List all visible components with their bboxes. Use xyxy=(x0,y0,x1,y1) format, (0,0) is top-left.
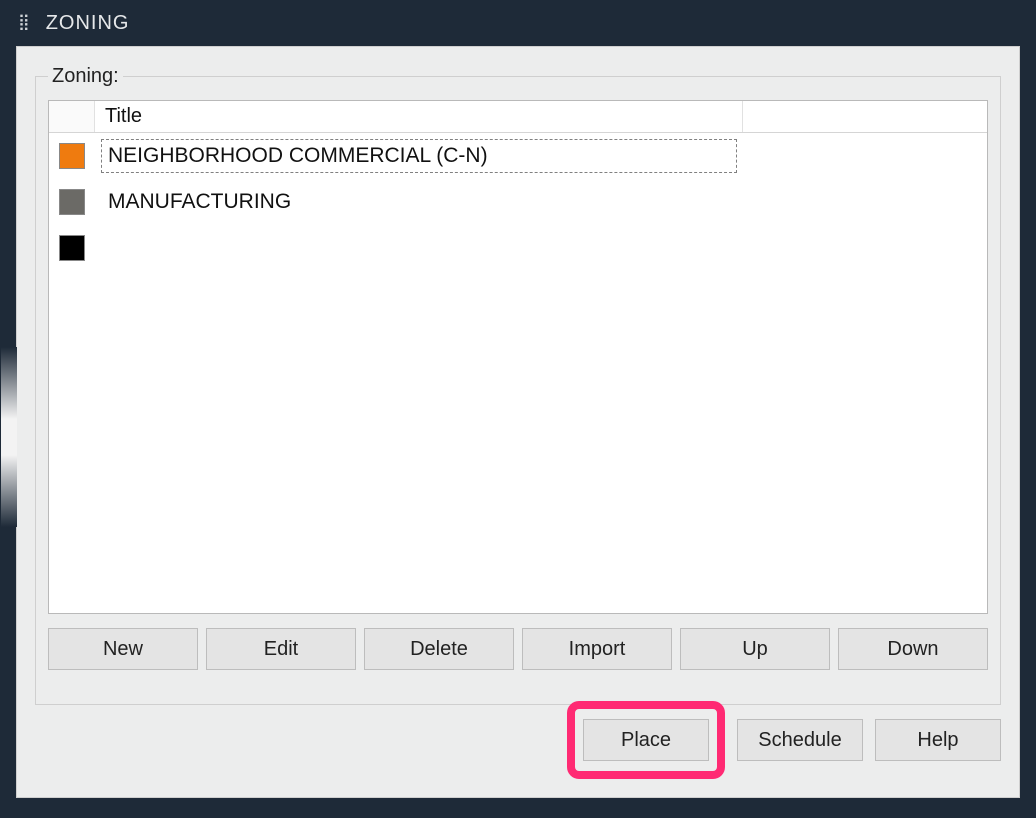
table-row[interactable] xyxy=(49,225,987,271)
import-button[interactable]: Import xyxy=(522,628,672,670)
up-button[interactable]: Up xyxy=(680,628,830,670)
header-swatch-col xyxy=(49,101,95,132)
list-action-row: New Edit Delete Import Up Down xyxy=(48,628,988,670)
zoning-list[interactable]: Title NEIGHBORHOOD COMMERCIAL (C-N) MANUF… xyxy=(48,100,988,614)
color-swatch[interactable] xyxy=(59,143,85,169)
title-cell[interactable]: MANUFACTURING xyxy=(95,183,743,221)
place-button[interactable]: Place xyxy=(583,719,709,761)
window-titlebar: ⣿ ZONING xyxy=(0,0,1036,46)
place-highlight: Place xyxy=(567,701,725,779)
row-title[interactable] xyxy=(101,243,737,253)
swatch-cell[interactable] xyxy=(49,235,95,261)
list-body: NEIGHBORHOOD COMMERCIAL (C-N) MANUFACTURI… xyxy=(49,133,987,271)
delete-button[interactable]: Delete xyxy=(364,628,514,670)
window-title: ZONING xyxy=(46,12,130,35)
title-cell[interactable] xyxy=(95,241,743,255)
schedule-button[interactable]: Schedule xyxy=(737,719,863,761)
zoning-group: Zoning: Title NEIGHBORHOOD COMMERCIAL (C… xyxy=(35,65,1001,705)
swatch-cell[interactable] xyxy=(49,143,95,169)
header-title-col[interactable]: Title xyxy=(95,101,743,132)
title-cell[interactable]: NEIGHBORHOOD COMMERCIAL (C-N) xyxy=(95,137,743,175)
edit-button[interactable]: Edit xyxy=(206,628,356,670)
zoning-legend: Zoning: xyxy=(48,65,123,88)
grip-icon: ⣿ xyxy=(18,15,32,31)
help-button[interactable]: Help xyxy=(875,719,1001,761)
dialog-body: Zoning: Title NEIGHBORHOOD COMMERCIAL (C… xyxy=(16,46,1020,798)
swatch-cell[interactable] xyxy=(49,189,95,215)
new-button[interactable]: New xyxy=(48,628,198,670)
row-title[interactable]: MANUFACTURING xyxy=(101,185,737,219)
list-header: Title xyxy=(49,101,987,133)
sheen-decoration xyxy=(1,347,17,527)
table-row[interactable]: MANUFACTURING xyxy=(49,179,987,225)
color-swatch[interactable] xyxy=(59,189,85,215)
table-row[interactable]: NEIGHBORHOOD COMMERCIAL (C-N) xyxy=(49,133,987,179)
down-button[interactable]: Down xyxy=(838,628,988,670)
row-title[interactable]: NEIGHBORHOOD COMMERCIAL (C-N) xyxy=(101,139,737,173)
color-swatch[interactable] xyxy=(59,235,85,261)
dialog-bottom-row: Place Schedule Help xyxy=(567,701,1001,779)
